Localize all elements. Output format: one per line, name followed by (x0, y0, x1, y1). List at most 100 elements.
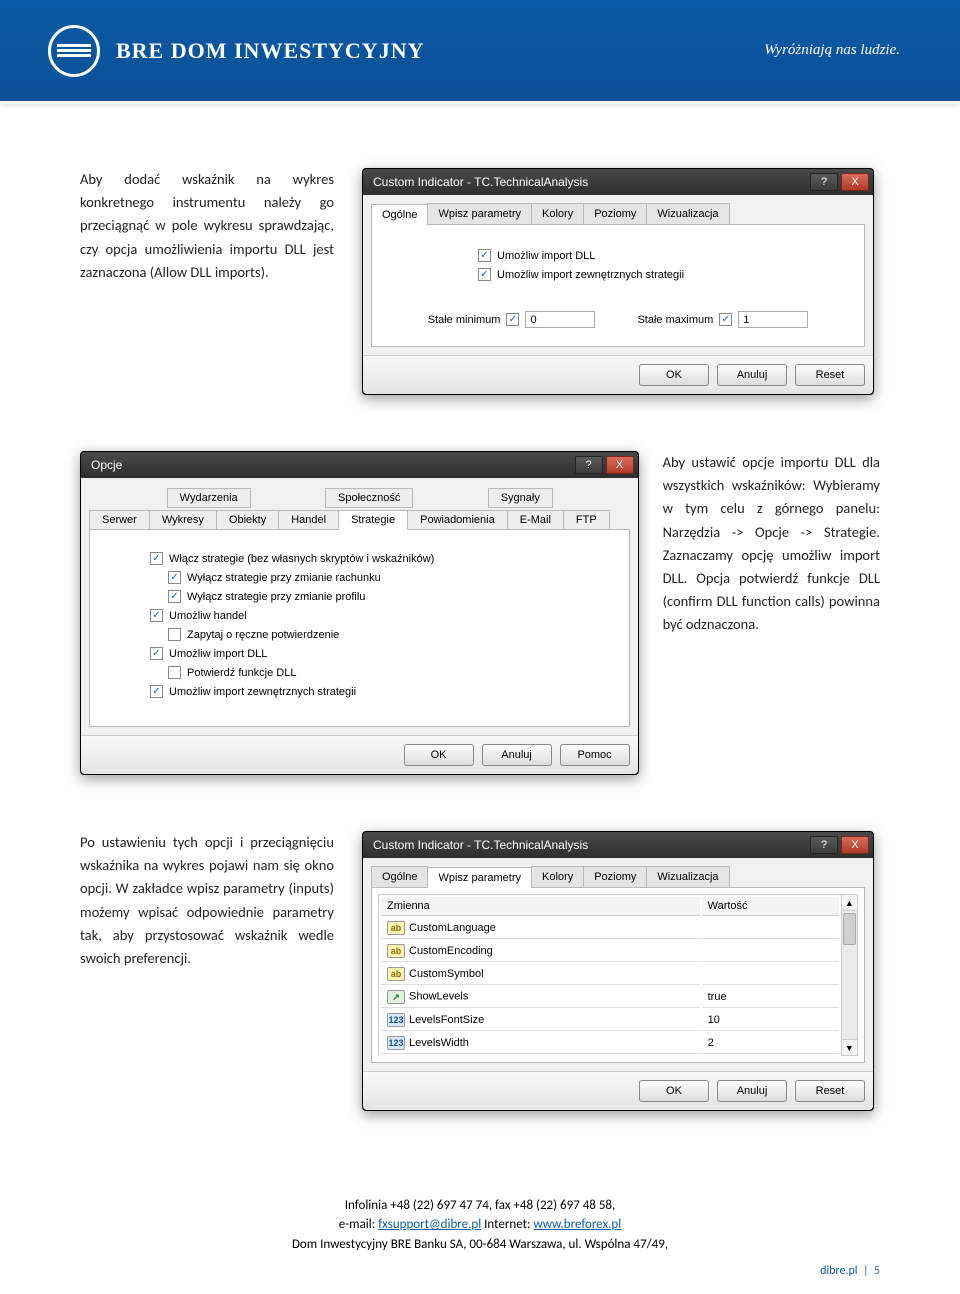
close-button[interactable]: X (606, 456, 634, 474)
titlebar: Custom Indicator - TC.TechnicalAnalysis … (363, 169, 873, 195)
bre-logo-icon (48, 25, 100, 77)
tab-powiadomienia[interactable]: Powiadomienia (407, 510, 508, 530)
reset-button[interactable]: Reset (795, 1080, 865, 1102)
footer-email-link[interactable]: fxsupport@dibre.pl (378, 1217, 481, 1232)
table-row[interactable]: abCustomEncoding (381, 941, 839, 962)
tab-poziomy[interactable]: Poziomy (583, 203, 647, 224)
footer-line1: Infolinia +48 (22) 697 47 74, fax +48 (2… (0, 1196, 960, 1216)
tab-email[interactable]: E-Mail (507, 510, 564, 530)
col-value: Wartość (702, 897, 839, 916)
footer-url-link[interactable]: www.breforex.pl (533, 1217, 621, 1232)
tab-handel[interactable]: Handel (278, 510, 339, 530)
cancel-button[interactable]: Anuluj (717, 1080, 787, 1102)
tab-kolory[interactable]: Kolory (531, 866, 584, 887)
tab-ftp[interactable]: FTP (563, 510, 610, 530)
table-row[interactable]: ↗ShowLevelstrue (381, 987, 839, 1008)
tab-wizualizacja[interactable]: Wizualizacja (646, 866, 729, 887)
string-type-icon: ab (387, 944, 405, 958)
scroll-thumb[interactable] (843, 913, 856, 945)
scroll-up-icon[interactable]: ▲ (842, 895, 857, 911)
checkbox-fixed-max[interactable] (719, 313, 732, 326)
dialog-custom-indicator-2: Custom Indicator - TC.TechnicalAnalysis … (362, 831, 874, 1111)
number-type-icon: 123 (387, 1036, 405, 1050)
checkbox-confirm-dll[interactable] (168, 666, 181, 679)
ok-button[interactable]: OK (639, 364, 709, 386)
brand-name: BRE DOM INWESTYCYJNY (116, 38, 424, 64)
section3-text: Po ustawieniu tych opcji i przeciągnięci… (80, 831, 334, 970)
tab-wykresy[interactable]: Wykresy (149, 510, 217, 530)
label-max: Stałe maximum (637, 314, 713, 326)
tab-serwer[interactable]: Serwer (89, 510, 150, 530)
close-button[interactable]: X (841, 173, 869, 191)
dialog-options: Opcje ? X Wydarzenia Społeczność Sygnały… (80, 451, 639, 775)
tab-ogolne[interactable]: Ogólne (371, 204, 428, 225)
checkbox-fixed-min[interactable] (506, 313, 519, 326)
table-row[interactable]: abCustomSymbol (381, 964, 839, 985)
page-header: BRE DOM INWESTYCYJNY Wyróżniają nas ludz… (0, 0, 960, 104)
help-button[interactable]: ? (575, 456, 603, 474)
label: Umożliw import DLL (169, 648, 267, 660)
bool-type-icon: ↗ (387, 990, 405, 1004)
cancel-button[interactable]: Anuluj (482, 744, 552, 766)
string-type-icon: ab (387, 967, 405, 981)
label: Umożliw handel (169, 610, 247, 622)
vertical-scrollbar[interactable]: ▲ ▼ (842, 894, 858, 1056)
checkbox-allow-trade[interactable] (150, 609, 163, 622)
tab-wydarzenia[interactable]: Wydarzenia (167, 488, 251, 508)
table-row[interactable]: 123LevelsWidth2 (381, 1033, 839, 1054)
tab-wpisz-parametry[interactable]: Wpisz parametry (427, 203, 532, 224)
table-row[interactable]: abCustomLanguage (381, 918, 839, 939)
label: Umożliw import zewnętrznych strategii (169, 686, 356, 698)
footer-label-email: e-mail: (339, 1217, 378, 1232)
help-button[interactable]: ? (810, 173, 838, 191)
checkbox-allow-ext-strategies[interactable] (150, 685, 163, 698)
help-button[interactable]: ? (810, 836, 838, 854)
tab-strategie[interactable]: Strategie (338, 510, 408, 530)
tab-kolory[interactable]: Kolory (531, 203, 584, 224)
checkbox-allow-dll-import[interactable] (150, 647, 163, 660)
tab-sygnaly[interactable]: Sygnały (488, 488, 553, 508)
input-fixed-min[interactable] (525, 311, 595, 328)
close-button[interactable]: X (841, 836, 869, 854)
scroll-down-icon[interactable]: ▼ (842, 1039, 857, 1055)
checkbox-disable-on-profile[interactable] (168, 590, 181, 603)
footer-label-url: Internet: (481, 1217, 533, 1232)
string-type-icon: ab (387, 921, 405, 935)
checkbox-enable-strategies[interactable] (150, 552, 163, 565)
footer-line3: Dom Inwestycyjny BRE Banku SA, 00-684 Wa… (0, 1235, 960, 1255)
checkbox-import-dll[interactable] (478, 249, 491, 262)
window-title: Custom Indicator - TC.TechnicalAnalysis (373, 175, 588, 189)
label: Potwierdź funkcje DLL (187, 667, 296, 679)
table-row[interactable]: 123LevelsFontSize10 (381, 1010, 839, 1031)
tab-obiekty[interactable]: Obiekty (216, 510, 279, 530)
page-number: dibre.pl | 5 (820, 1264, 880, 1278)
label: Zapytaj o ręczne potwierdzenie (187, 629, 339, 641)
reset-button[interactable]: Reset (795, 364, 865, 386)
parameter-table: Zmienna Wartość abCustomLanguage abCusto… (378, 894, 842, 1056)
input-fixed-max[interactable] (738, 311, 808, 328)
checkbox-manual-confirm[interactable] (168, 628, 181, 641)
tab-ogolne[interactable]: Ogólne (371, 866, 428, 887)
col-variable: Zmienna (381, 897, 700, 916)
checkbox-import-ext-strategies[interactable] (478, 268, 491, 281)
tabbar: Ogólne Wpisz parametry Kolory Poziomy Wi… (371, 866, 865, 888)
help-button[interactable]: Pomoc (560, 744, 630, 766)
section1-text: Aby dodać wskaźnik na wykres konkretnego… (80, 168, 334, 284)
tab-spolecznosc[interactable]: Społeczność (325, 488, 413, 508)
titlebar: Opcje ? X (81, 452, 638, 478)
checkbox-disable-on-account[interactable] (168, 571, 181, 584)
brand-block: BRE DOM INWESTYCYJNY (48, 25, 424, 77)
section2-text: Aby ustawić opcje importu DLL dla wszyst… (663, 451, 880, 637)
cancel-button[interactable]: Anuluj (717, 364, 787, 386)
label: Umożliw import DLL (497, 250, 595, 262)
tab-wpisz-parametry[interactable]: Wpisz parametry (427, 867, 532, 888)
label: Wyłącz strategie przy zmianie rachunku (187, 572, 381, 584)
ok-button[interactable]: OK (404, 744, 474, 766)
window-title: Opcje (91, 458, 122, 472)
label: Umożliw import zewnętrznych strategii (497, 269, 684, 281)
titlebar: Custom Indicator - TC.TechnicalAnalysis … (363, 832, 873, 858)
dialog-custom-indicator-1: Custom Indicator - TC.TechnicalAnalysis … (362, 168, 874, 395)
tab-poziomy[interactable]: Poziomy (583, 866, 647, 887)
ok-button[interactable]: OK (639, 1080, 709, 1102)
tab-wizualizacja[interactable]: Wizualizacja (646, 203, 729, 224)
